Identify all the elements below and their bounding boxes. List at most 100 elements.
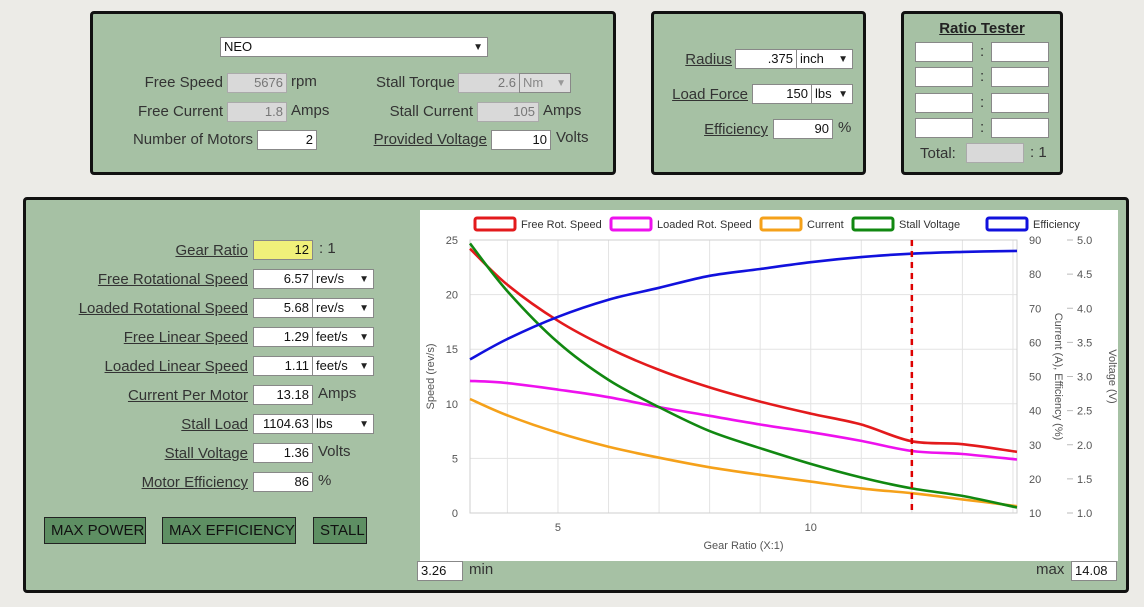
y-right2-tick-label: 1.5 — [1077, 474, 1092, 486]
stall-torque-input[interactable]: 2.6 — [458, 73, 520, 93]
ratio-total-output — [966, 143, 1024, 163]
max-power-button[interactable]: MAX POWER — [44, 517, 146, 544]
free-rot-speed-unit-value: rev/s — [316, 271, 345, 286]
y-right2-tick-label: 4.0 — [1077, 303, 1092, 315]
motor-select[interactable]: NEO ▼ — [220, 37, 488, 57]
stall-load-output: 1104.63 — [253, 414, 313, 434]
chevron-down-icon: ▼ — [359, 274, 369, 285]
ratio-input-2a[interactable] — [915, 67, 973, 87]
ratio-tester-title: Ratio Tester — [939, 20, 1025, 37]
loaded-rot-speed-label[interactable]: Loaded Rotational Speed — [36, 300, 248, 317]
efficiency-unit: % — [838, 119, 852, 136]
y-left-axis-title: Speed (rev/s) — [425, 343, 437, 409]
stall-load-label[interactable]: Stall Load — [36, 416, 248, 433]
range-max-input[interactable]: 14.08 — [1071, 561, 1117, 581]
range-min-label: min — [469, 561, 494, 578]
chevron-down-icon: ▼ — [838, 89, 848, 100]
ratio-tester-panel: Ratio Tester : : : : Total: : 1 — [901, 11, 1063, 175]
load-panel: Radius .375 inch ▼ Load Force 150 lbs ▼ … — [651, 11, 866, 175]
radius-label[interactable]: Radius — [660, 51, 732, 68]
ratio-input-1b[interactable] — [991, 42, 1049, 62]
current-per-motor-label[interactable]: Current Per Motor — [36, 387, 248, 404]
legend-label: Efficiency — [1033, 219, 1080, 231]
free-rot-speed-label[interactable]: Free Rotational Speed — [36, 271, 248, 288]
motor-efficiency-output: 86 — [253, 472, 313, 492]
ratio-separator: : — [980, 68, 985, 85]
loaded-rot-speed-unit-select[interactable]: rev/s ▼ — [312, 298, 374, 318]
chevron-down-icon: ▼ — [473, 42, 483, 53]
gear-ratio-label[interactable]: Gear Ratio — [66, 242, 248, 259]
stall-voltage-label[interactable]: Stall Voltage — [36, 445, 248, 462]
stall-button[interactable]: STALL — [313, 517, 367, 544]
load-force-input[interactable]: 150 — [752, 84, 812, 104]
motor-efficiency-label[interactable]: Motor Efficiency — [36, 474, 248, 491]
y-left-tick-label: 20 — [446, 290, 458, 302]
legend-swatch — [851, 216, 895, 232]
radius-unit-value: inch — [800, 51, 824, 66]
y-left-tick-label: 10 — [446, 399, 458, 411]
free-current-input[interactable]: 1.8 — [227, 102, 287, 122]
results-panel: Gear Ratio 12 : 1 Free Rotational Speed … — [23, 197, 1129, 593]
free-linear-speed-unit-value: feet/s — [316, 329, 348, 344]
chevron-down-icon: ▼ — [838, 54, 848, 65]
motor-efficiency-unit: % — [318, 472, 332, 489]
loaded-linear-speed-unit-select[interactable]: feet/s ▼ — [312, 356, 374, 376]
range-min-input[interactable]: 3.26 — [417, 561, 463, 581]
free-speed-label: Free Speed — [144, 74, 223, 91]
y-right2-tick-label: 2.0 — [1077, 440, 1092, 452]
ratio-total-label: Total: — [920, 145, 956, 162]
stall-current-input[interactable]: 105 — [477, 102, 539, 122]
free-linear-speed-unit-select[interactable]: feet/s ▼ — [312, 327, 374, 347]
ratio-separator: : — [980, 43, 985, 60]
load-force-label[interactable]: Load Force — [658, 86, 748, 103]
y-left-tick-label: 0 — [452, 508, 458, 520]
stall-torque-unit-select[interactable]: Nm ▼ — [519, 73, 571, 93]
loaded-rot-speed-unit-value: rev/s — [316, 300, 345, 315]
y-right2-tick-label: 3.5 — [1077, 337, 1092, 349]
loaded-linear-speed-output: 1.11 — [253, 356, 313, 376]
num-motors-input[interactable]: 2 — [257, 130, 317, 150]
ratio-input-2b[interactable] — [991, 67, 1049, 87]
y-right2-axis-title: Voltage (V) — [1106, 349, 1118, 403]
y-left-tick-label: 25 — [446, 235, 458, 247]
ratio-input-1a[interactable] — [915, 42, 973, 62]
x-tick-label: 10 — [805, 522, 817, 534]
ratio-input-3a[interactable] — [915, 93, 973, 113]
chevron-down-icon: ▼ — [556, 78, 566, 89]
current-per-motor-output: 13.18 — [253, 385, 313, 405]
legend-swatch — [985, 216, 1029, 232]
max-efficiency-button[interactable]: MAX EFFICIENCY — [162, 517, 296, 544]
efficiency-label[interactable]: Efficiency — [658, 121, 768, 138]
y-right2-tick-label: 3.0 — [1077, 372, 1092, 384]
ratio-input-4a[interactable] — [915, 118, 973, 138]
voltage-label[interactable]: Provided Voltage — [333, 131, 487, 148]
motor-panel: NEO ▼ Free Speed 5676 rpm Free Current 1… — [90, 11, 616, 175]
ratio-input-3b[interactable] — [991, 93, 1049, 113]
radius-unit-select[interactable]: inch ▼ — [796, 49, 853, 69]
y-right1-tick-label: 70 — [1029, 303, 1041, 315]
y-right2-tick-label: 5.0 — [1077, 235, 1092, 247]
legend-swatch — [759, 216, 803, 232]
free-speed-input[interactable]: 5676 — [227, 73, 287, 93]
free-current-unit: Amps — [291, 102, 330, 119]
legend-label: Free Rot. Speed — [521, 219, 602, 231]
ratio-total-suffix: : 1 — [1030, 144, 1047, 161]
free-linear-speed-label[interactable]: Free Linear Speed — [36, 329, 248, 346]
gear-ratio-input[interactable]: 12 — [253, 240, 313, 260]
loaded-linear-speed-label[interactable]: Loaded Linear Speed — [36, 358, 248, 375]
stall-torque-label: Stall Torque — [376, 74, 455, 91]
ratio-input-4b[interactable] — [991, 118, 1049, 138]
chart-container: 5 10 Gear Ratio (X:1) 0 5 10 15 20 25 Speed (rev/… — [420, 210, 1118, 561]
voltage-input[interactable]: 10 — [491, 130, 551, 150]
y-right1-tick-label: 10 — [1029, 508, 1041, 520]
free-rot-speed-unit-select[interactable]: rev/s ▼ — [312, 269, 374, 289]
legend-swatch — [609, 216, 653, 232]
load-force-unit-select[interactable]: lbs ▼ — [811, 84, 853, 104]
stall-load-unit-select[interactable]: lbs ▼ — [312, 414, 374, 434]
x-tick-label: 5 — [555, 522, 561, 534]
stall-voltage-unit: Volts — [318, 443, 351, 460]
legend-label: Current — [807, 219, 844, 231]
stall-current-unit: Amps — [543, 102, 582, 119]
efficiency-input[interactable]: 90 — [773, 119, 833, 139]
radius-input[interactable]: .375 — [735, 49, 797, 69]
